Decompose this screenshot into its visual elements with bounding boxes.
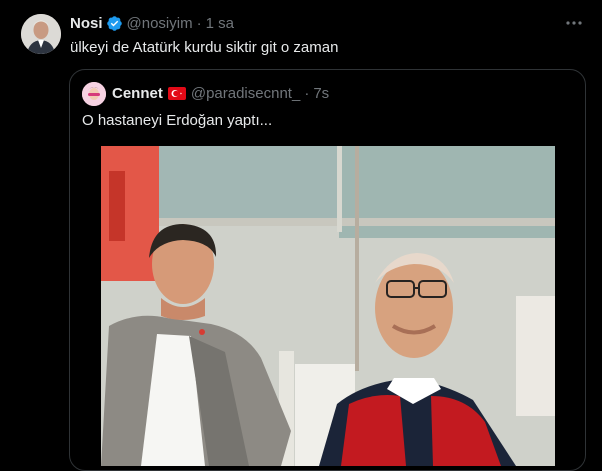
author-handle[interactable]: @nosiyim	[127, 15, 193, 32]
turkey-flag-icon	[167, 87, 186, 100]
hospital-room-photo	[101, 146, 555, 466]
quoted-avatar-illustration	[82, 82, 106, 106]
quoted-separator-dot: ·	[304, 85, 310, 102]
quoted-tweet-photo[interactable]	[101, 146, 555, 466]
tweet-text: ülkeyi de Atatürk kurdu siktir git o zam…	[70, 39, 339, 56]
quoted-author-name[interactable]: Cennet	[112, 85, 163, 102]
tweet-header: Nosi @nosiyim · 1 sa	[70, 15, 234, 32]
author-avatar[interactable]	[21, 14, 61, 54]
quoted-author-handle[interactable]: @paradisecnnt_	[191, 85, 300, 102]
more-options-icon[interactable]	[564, 13, 584, 33]
verified-badge-icon	[106, 15, 123, 32]
quoted-tweet-timestamp[interactable]: 7s	[313, 85, 329, 102]
quoted-tweet-header: Cennet @paradisecnnt_ · 7s	[112, 85, 329, 102]
quoted-tweet[interactable]: Cennet @paradisecnnt_ · 7s O hastaneyi E…	[69, 69, 586, 471]
tweet[interactable]: Nosi @nosiyim · 1 sa ülkeyi de Atatürk k…	[0, 0, 602, 471]
tweet-timestamp[interactable]: 1 sa	[206, 15, 234, 32]
avatar-portrait	[21, 14, 61, 54]
separator-dot: ·	[196, 15, 202, 32]
quoted-author-avatar[interactable]	[82, 82, 106, 106]
quoted-tweet-text: O hastaneyi Erdoğan yaptı...	[82, 112, 273, 129]
author-name[interactable]: Nosi	[70, 15, 103, 32]
